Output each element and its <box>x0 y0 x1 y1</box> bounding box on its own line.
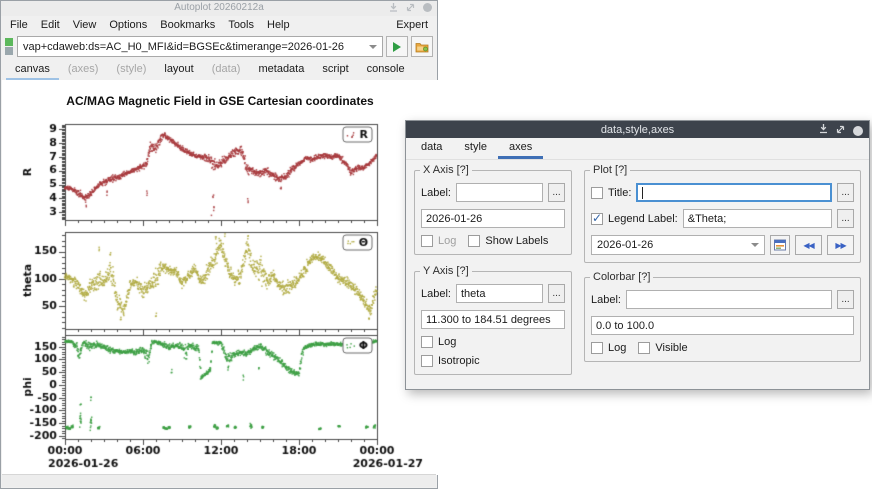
pin-icon[interactable] <box>389 3 398 12</box>
x-axis-range-input[interactable]: 2026-01-26 <box>421 209 565 228</box>
tab-script[interactable]: script <box>313 60 357 81</box>
x-axis-show-labels-label: Show Labels <box>485 235 548 247</box>
calendar-button[interactable] <box>770 235 790 255</box>
canvas-area: AC/MAG Magnetic Field in GSE Cartesian c… <box>2 80 438 475</box>
autoplot-window: Autoplot 20260212a File Edit View Option… <box>0 0 438 489</box>
colorbar-label-input[interactable] <box>626 290 832 309</box>
url-text: vap+cdaweb:ds=AC_H0_MFI&id=BGSEc&timeran… <box>23 41 365 53</box>
colorbar-log-label: Log <box>608 342 626 354</box>
window-title: Autoplot 20260212a <box>1 2 437 13</box>
plot-title-input[interactable] <box>636 183 832 202</box>
x-axis-label-more-button[interactable]: ... <box>548 183 565 202</box>
restore-icon[interactable] <box>406 3 415 12</box>
main-tabbar: canvas (axes) (style) layout (data) meta… <box>1 60 437 81</box>
close-icon[interactable] <box>423 3 432 12</box>
tab-data[interactable]: (data) <box>203 60 250 81</box>
legend-label-caption: Legend Label: <box>608 213 678 225</box>
y-axis-group-legend: Y Axis [?] <box>420 265 472 277</box>
x-axis-log-label: Log <box>438 235 456 247</box>
expert-menu[interactable]: Expert <box>396 19 428 31</box>
url-dropdown-icon[interactable] <box>369 45 377 49</box>
plot-group: Plot [?] Title: ... Legend Label: &Theta… <box>584 170 861 263</box>
menu-bookmarks[interactable]: Bookmarks <box>160 19 215 31</box>
colorbar-visible-checkbox[interactable] <box>638 342 650 354</box>
dialog-close-icon[interactable] <box>853 126 863 136</box>
menu-edit[interactable]: Edit <box>41 19 60 31</box>
colorbar-range-input[interactable]: 0.0 to 100.0 <box>591 316 854 335</box>
play-icon <box>393 42 401 52</box>
dialog-tab-data[interactable]: data <box>410 138 453 159</box>
calendar-icon <box>774 239 786 251</box>
dialog-tabbar: data style axes <box>406 138 869 160</box>
y-axis-log-label: Log <box>438 336 456 348</box>
y-axis-range-input[interactable]: 11.300 to 184.51 degrees <box>421 310 565 329</box>
y-axis-label-caption: Label: <box>421 288 451 300</box>
go-button[interactable] <box>386 36 408 57</box>
dialog-title: data,style,axes <box>601 124 674 136</box>
dialog-body: X Axis [?] Label: ... 2026-01-26 Log <box>406 160 869 383</box>
tab-metadata[interactable]: metadata <box>249 60 313 81</box>
colorbar-log-checkbox[interactable] <box>591 342 603 354</box>
x-axis-show-labels-checkbox[interactable] <box>468 235 480 247</box>
url-bar: vap+cdaweb:ds=AC_H0_MFI&id=BGSEc&timeran… <box>1 33 437 60</box>
connection-status-icon <box>5 38 14 55</box>
combo-dropdown-icon <box>751 243 759 247</box>
colorbar-group-legend: Colorbar [?] <box>590 271 653 283</box>
next-interval-button[interactable]: ▶▶ <box>827 235 854 255</box>
y-axis-label-input[interactable]: theta <box>456 284 543 303</box>
menu-help[interactable]: Help <box>267 19 290 31</box>
dialog-restore-icon[interactable] <box>836 125 845 137</box>
menu-options[interactable]: Options <box>109 19 147 31</box>
plot-group-legend: Plot [?] <box>590 164 630 176</box>
dialog-pin-icon[interactable] <box>819 124 828 137</box>
url-input[interactable]: vap+cdaweb:ds=AC_H0_MFI&id=BGSEc&timeran… <box>17 36 383 57</box>
x-axis-label-caption: Label: <box>421 187 451 199</box>
y-axis-isotropic-label: Isotropic <box>438 355 480 367</box>
tab-layout[interactable]: layout <box>155 60 202 81</box>
menu-tools[interactable]: Tools <box>228 19 254 31</box>
dialog-tab-style[interactable]: style <box>453 138 498 159</box>
menubar: File Edit View Options Bookmarks Tools H… <box>1 16 437 33</box>
plot-timerange-combo[interactable]: 2026-01-26 <box>591 235 765 255</box>
y-axis-group: Y Axis [?] Label: theta ... 11.300 to 18… <box>414 271 572 375</box>
tab-canvas[interactable]: canvas <box>6 60 59 81</box>
dialog-titlebar[interactable]: data,style,axes <box>406 121 869 138</box>
plot-title-caption: Title: <box>608 187 631 199</box>
menu-file[interactable]: File <box>10 19 28 31</box>
tab-style[interactable]: (style) <box>107 60 155 81</box>
folder-icon <box>415 41 429 53</box>
text-caret <box>642 187 643 199</box>
tab-axes[interactable]: (axes) <box>59 60 108 81</box>
status-bar <box>2 474 436 487</box>
y-axis-log-checkbox[interactable] <box>421 336 433 348</box>
plot-timerange-value: 2026-01-26 <box>597 239 653 251</box>
plot-canvas[interactable] <box>2 80 438 475</box>
colorbar-label-caption: Label: <box>591 294 621 306</box>
legend-label-input[interactable]: &Theta; <box>683 209 832 228</box>
colorbar-group: Colorbar [?] Label: ... 0.0 to 100.0 Log <box>584 277 861 362</box>
dialog-tab-axes[interactable]: axes <box>498 138 543 159</box>
desktop: Autoplot 20260212a File Edit View Option… <box>0 0 872 489</box>
y-axis-label-more-button[interactable]: ... <box>548 284 565 303</box>
plot-title-more-button[interactable]: ... <box>837 183 854 202</box>
colorbar-label-more-button[interactable]: ... <box>837 290 854 309</box>
tab-console[interactable]: console <box>358 60 414 81</box>
previous-interval-button[interactable]: ◀◀ <box>795 235 822 255</box>
menu-view[interactable]: View <box>73 19 97 31</box>
x-axis-group-legend: X Axis [?] <box>420 164 472 176</box>
y-axis-isotropic-checkbox[interactable] <box>421 355 433 367</box>
x-axis-group: X Axis [?] Label: ... 2026-01-26 Log <box>414 170 572 255</box>
plot-title-checkbox[interactable] <box>591 187 603 199</box>
x-axis-label-input[interactable] <box>456 183 543 202</box>
legend-label-checkbox[interactable] <box>591 213 603 225</box>
window-titlebar[interactable]: Autoplot 20260212a <box>1 1 437 16</box>
colorbar-visible-label: Visible <box>655 342 687 354</box>
x-axis-log-checkbox[interactable] <box>421 235 433 247</box>
inspect-button[interactable] <box>411 36 433 57</box>
legend-label-more-button[interactable]: ... <box>837 209 854 228</box>
plot-title: AC/MAG Magnetic Field in GSE Cartesian c… <box>2 94 438 108</box>
axes-dialog: data,style,axes data style axes X Axis [… <box>405 120 870 390</box>
